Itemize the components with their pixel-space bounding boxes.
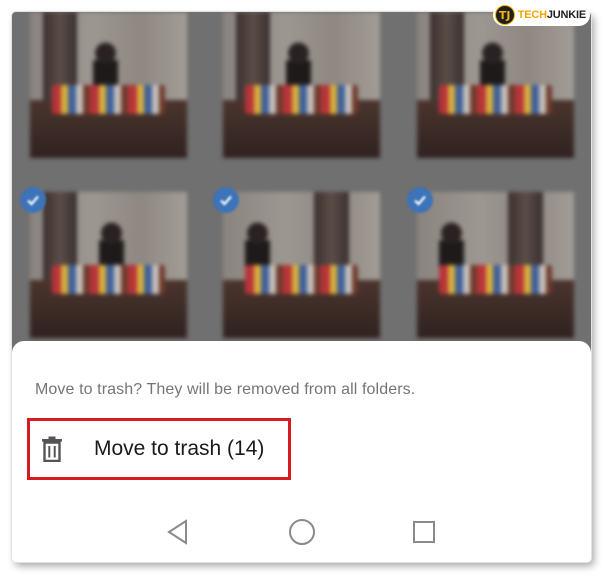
home-icon[interactable]	[288, 518, 316, 546]
selected-check-icon[interactable]	[20, 187, 46, 213]
photo-grid	[12, 12, 591, 352]
navigation-bar	[12, 502, 591, 562]
sheet-message: Move to trash? They will be removed from…	[35, 381, 416, 398]
move-to-trash-label: Move to trash (14)	[94, 437, 265, 460]
selected-check-icon[interactable]	[213, 187, 239, 213]
selected-check-icon[interactable]	[407, 187, 433, 213]
phone-screen: Move to trash? They will be removed from…	[12, 12, 591, 562]
screenshot-frame: Move to trash? They will be removed from…	[0, 0, 604, 576]
logo-text: TECHJUNKIE	[517, 9, 587, 21]
move-to-trash-button[interactable]: Move to trash (14)	[27, 418, 291, 480]
recents-icon[interactable]	[410, 518, 438, 546]
techjunkie-logo: TJ TECHJUNKIE	[492, 4, 590, 26]
photo-thumbnail[interactable]	[417, 12, 574, 158]
photo-thumbnail[interactable]	[30, 192, 187, 338]
photo-thumbnail[interactable]	[417, 192, 574, 338]
back-icon[interactable]	[164, 518, 192, 546]
bottom-sheet: Move to trash? They will be removed from…	[12, 341, 591, 562]
photo-thumbnail[interactable]	[223, 12, 380, 158]
photo-thumbnail[interactable]	[30, 12, 187, 158]
trash-icon	[41, 436, 63, 462]
photo-thumbnail[interactable]	[223, 192, 380, 338]
logo-badge: TJ	[494, 5, 515, 25]
